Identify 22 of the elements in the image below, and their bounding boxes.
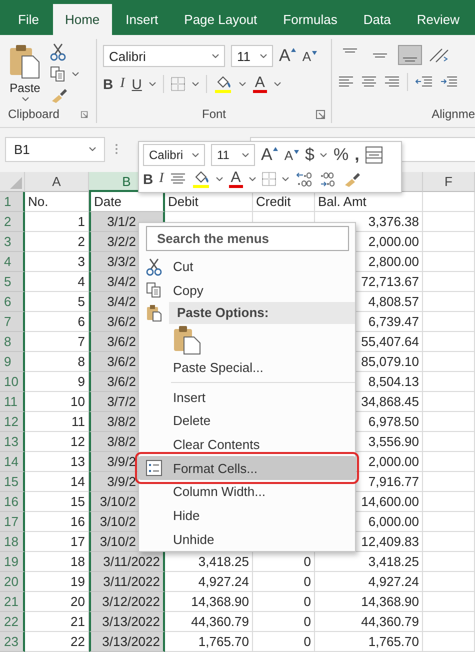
table-cell: 3/13/2022 [89,632,165,652]
group-label: Alignme [432,107,475,121]
group-label: Font [202,107,226,121]
table-cell: 44,360.79 [165,612,253,632]
table-cell: 1,765.70 [315,632,423,652]
table-cell: 14,368.90 [315,592,423,612]
menu-section-header: Paste Options: [169,302,355,324]
table-cell: 3/13/2022 [89,612,165,632]
table-cell: 4,927.24 [315,572,423,592]
table-cell: 3/11/2022 [89,552,165,572]
table-cell: 44,360.79 [315,612,423,632]
table-cell: 0 [253,632,315,652]
table-cell: 0 [253,572,315,592]
group-label: Clipboard [8,107,60,121]
table-cell: 0 [253,592,315,612]
table-cell: 0 [253,612,315,632]
table-cell: 1,765.70 [165,632,253,652]
table-cell: 3/11/2022 [89,572,165,592]
table-cell: Date [89,192,165,212]
table-cell: 14,368.90 [165,592,253,612]
table-cell: 4,927.24 [165,572,253,592]
table-cell: 3/12/2022 [89,592,165,612]
